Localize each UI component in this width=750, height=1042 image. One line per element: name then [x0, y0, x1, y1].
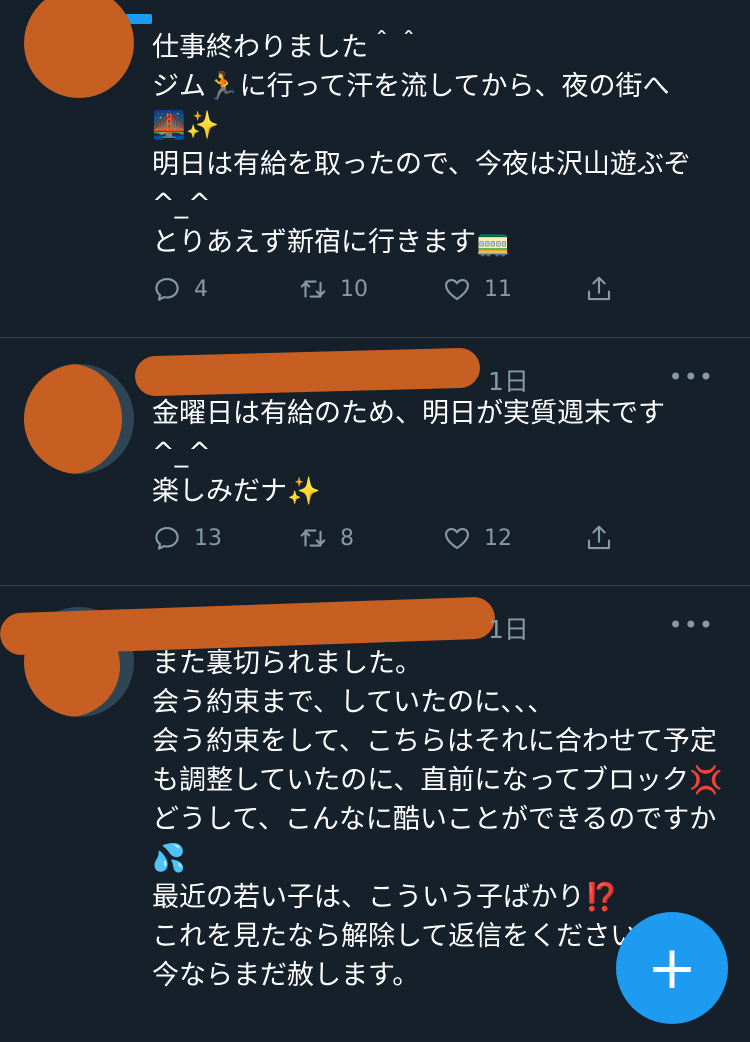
avatar[interactable]	[24, 0, 134, 98]
compose-icon: +	[646, 933, 698, 1003]
share-button[interactable]	[584, 523, 614, 553]
more-options-button[interactable]: •••	[669, 611, 714, 639]
retweet-icon	[300, 280, 326, 298]
username-redaction	[134, 347, 481, 397]
like-count: 11	[484, 276, 512, 302]
reply-count: 13	[194, 525, 222, 551]
share-button[interactable]	[584, 274, 614, 304]
retweet-button[interactable]: 8	[298, 523, 354, 553]
retweet-count: 8	[340, 525, 354, 551]
like-icon	[445, 527, 469, 550]
tweet-date: 1日	[488, 367, 529, 396]
reply-count: 4	[194, 276, 208, 302]
more-options-button[interactable]: •••	[669, 363, 714, 391]
tweet-actions: 13 8 12	[152, 523, 622, 563]
compose-button[interactable]: +	[616, 912, 728, 1024]
tweet-1[interactable]: 仕事終わりました＾＾ ジム🏃に行って汗を流してから、夜の街へ 🌉✨ 明日は有給を…	[0, 0, 750, 338]
retweet-icon	[300, 529, 326, 547]
avatar-redaction	[24, 0, 134, 98]
reply-icon	[155, 277, 179, 301]
tweet-text: 金曜日は有給のため、明日が実質週末です ^_^ 楽しみだナ✨	[152, 398, 665, 507]
tweet-text: 仕事終わりました＾＾ ジム🏃に行って汗を流してから、夜の街へ 🌉✨ 明日は有給を…	[152, 32, 691, 258]
reply-button[interactable]: 4	[152, 274, 208, 304]
reply-icon	[155, 526, 179, 550]
retweet-button[interactable]: 10	[298, 274, 368, 304]
tweet-date: 1日	[488, 615, 529, 644]
share-icon	[587, 276, 611, 301]
retweet-count: 10	[340, 276, 368, 302]
share-icon	[587, 525, 611, 550]
like-button[interactable]: 12	[442, 523, 512, 553]
tweet-2[interactable]: 1日 ••• 金曜日は有給のため、明日が実質週末です ^_^ 楽しみだナ✨ 13…	[0, 337, 750, 586]
avatar-redaction	[24, 364, 122, 474]
like-button[interactable]: 11	[442, 274, 512, 304]
like-icon	[445, 278, 469, 301]
reply-button[interactable]: 13	[152, 523, 222, 553]
avatar[interactable]	[24, 364, 134, 474]
like-count: 12	[484, 525, 512, 551]
tweet-actions: 4 10 11	[152, 274, 622, 314]
